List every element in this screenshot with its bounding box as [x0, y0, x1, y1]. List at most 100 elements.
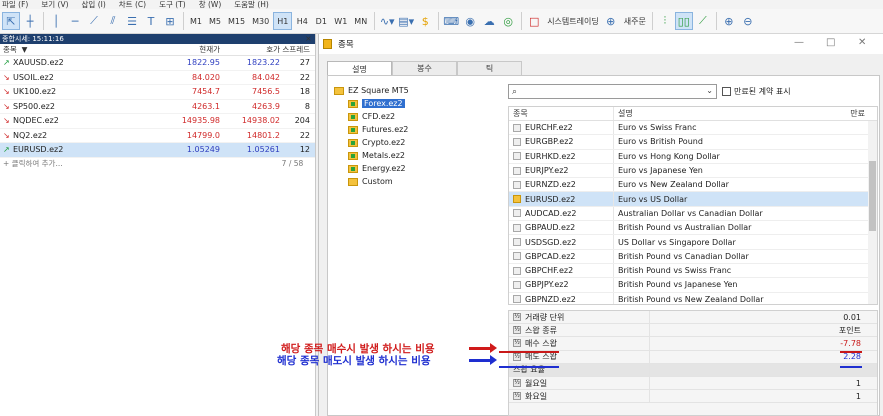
symbol-list-row[interactable]: EURJPY.ez2 Euro vs Japanese Yen [509, 163, 877, 179]
text-icon[interactable]: T [142, 12, 160, 30]
shapes-icon[interactable]: ⊞ [161, 12, 179, 30]
column-ask[interactable]: 호가 [220, 44, 280, 55]
timeframe-h1[interactable]: H1 [273, 12, 293, 30]
symbol-list-row[interactable]: GBPNZD.ez2 British Pound vs New Zealand D… [509, 292, 877, 304]
tab-specification[interactable]: 설명 [327, 61, 392, 76]
timeframe-h4[interactable]: H4 [293, 12, 311, 30]
market-watch-row[interactable]: ↘ NQ2.ez2 14799.0 14801.2 22 [0, 129, 315, 143]
list-symbol-cell: GBPAUD.ez2 [509, 223, 613, 232]
timeframe-m30[interactable]: M30 [249, 12, 272, 30]
candlestick-icon[interactable]: ▯▯ [674, 12, 693, 30]
sell-swap-value-underline [840, 366, 862, 368]
tree-item[interactable]: Forex.ez2 [334, 97, 504, 110]
minimize-icon[interactable]: — [794, 37, 804, 48]
search-input[interactable]: ⌕ ⌄ [508, 84, 717, 99]
symbol-list-row[interactable]: EURNZD.ez2 Euro vs New Zealand Dollar [509, 178, 877, 193]
close-icon[interactable]: × [305, 34, 312, 43]
symbol-list-row[interactable]: EURGBP.ez2 Euro vs British Pound [509, 135, 877, 150]
timeframe-mn[interactable]: MN [351, 12, 370, 30]
search-icon: ⌕ [512, 86, 518, 97]
dollar-icon[interactable]: $ [416, 12, 434, 30]
timeframe-m5[interactable]: M5 [206, 12, 224, 30]
timeframe-m1[interactable]: M1 [187, 12, 205, 30]
algo-trading-button[interactable]: 시스템트레이딩 [544, 12, 602, 30]
timeframe-w1[interactable]: W1 [331, 12, 350, 30]
scrollbar[interactable] [868, 121, 877, 304]
list-column-description[interactable]: 설명 [613, 107, 833, 120]
column-bid[interactable]: 현재가 [150, 44, 220, 55]
list-column-symbol[interactable]: 종목 [509, 108, 613, 119]
symbol-list-row[interactable]: GBPJPY.ez2 British Pound vs Japanese Yen [509, 278, 877, 293]
show-expired-checkbox[interactable]: 만료된 계약 표시 [722, 86, 791, 97]
tree-root[interactable]: EZ Square MT5 [334, 84, 504, 97]
symbol-list-row[interactable]: EURHKD.ez2 Euro vs Hong Kong Dollar [509, 149, 877, 164]
bar-chart-icon[interactable]: ⫶ [656, 12, 674, 30]
spread-cell: 8 [304, 101, 310, 111]
crosshair-icon[interactable]: ┼ [21, 12, 39, 30]
close-icon[interactable]: ✕ [858, 37, 866, 48]
bid-cell: 1.05249 [186, 145, 220, 155]
folder-icon [348, 99, 358, 108]
timeframe-m15[interactable]: M15 [225, 12, 248, 30]
tab-ticks[interactable]: 틱 [457, 61, 522, 75]
cloud-icon[interactable]: ☁ [480, 12, 498, 30]
symbol-icon [513, 209, 521, 218]
property-key: 거래량 단위 [525, 312, 565, 322]
tree-item[interactable]: Energy.ez2 [334, 162, 504, 175]
templates-icon[interactable]: ▤▾ [397, 12, 415, 30]
maximize-icon[interactable]: □ [826, 37, 835, 48]
market-watch-row[interactable]: ↘ SP500.ez2 4263.1 4263.9 8 [0, 100, 315, 114]
tree-item[interactable]: Metals.ez2 [334, 149, 504, 162]
list-column-expiration[interactable]: 만료 [833, 108, 877, 119]
tree-item[interactable]: CFD.ez2 [334, 110, 504, 123]
vertical-line-icon[interactable]: │ [47, 12, 65, 30]
tree-item[interactable]: Custom [334, 175, 504, 188]
bid-cell: 4263.1 [192, 101, 220, 111]
column-spread[interactable]: 스프레드 [280, 44, 310, 55]
symbol-list-row[interactable]: GBPCHF.ez2 British Pound vs Swiss Franc [509, 263, 877, 279]
column-symbol[interactable]: 종목 ▼ [0, 44, 150, 55]
market-watch-row[interactable]: ↗ EURUSD.ez2 1.05249 1.05261 12 [0, 143, 315, 158]
horizontal-line-icon[interactable]: ─ [66, 12, 84, 30]
symbol-list-row[interactable]: EURCHF.ez2 Euro vs Swiss Franc [509, 121, 877, 136]
symbol-list-row[interactable]: EURUSD.ez2 Euro vs US Dollar [509, 192, 877, 207]
list-description-cell: British Pound vs Canadian Dollar [613, 249, 833, 263]
ide-icon[interactable]: ⌨ [442, 12, 460, 30]
symbol-list-row[interactable]: GBPCAD.ez2 British Pound vs Canadian Doll… [509, 249, 877, 264]
timeframe-d1[interactable]: D1 [312, 12, 330, 30]
trend-line-icon[interactable]: ⟋ [85, 12, 103, 30]
tab-bars[interactable]: 봉수 [392, 61, 457, 75]
chevron-down-icon[interactable]: ⌄ [706, 86, 713, 95]
channel-icon[interactable]: ⫽ [104, 12, 122, 30]
property-row: ½ 월요일 1 [509, 376, 877, 391]
zoom-in-icon[interactable]: ⊕ [720, 12, 738, 30]
scrollbar-thumb[interactable] [869, 161, 876, 231]
symbol-list-row[interactable]: GBPAUD.ez2 British Pound vs Australian Do… [509, 221, 877, 236]
algo-trading-icon[interactable]: □ [525, 12, 543, 30]
market-icon[interactable]: ◎ [499, 12, 517, 30]
symbol-icon [513, 195, 521, 204]
new-order-button[interactable]: 새주문 [621, 12, 649, 30]
market-watch-row[interactable]: ↘ USOIL.ez2 84.020 84.042 22 [0, 71, 315, 85]
property-rows: ½ 거래량 단위 0.01 ½ 스왑 종류 포인트 ½ 매수 스왑 -7.78 ½ 매도 스왑 2.2… [509, 311, 877, 404]
property-row: ½ 매도 스왑 2.28 [509, 350, 877, 364]
tree-item-label: Metals.ez2 [362, 151, 406, 160]
arrow-down-icon: ↘ [3, 87, 10, 97]
symbol-list-row[interactable]: USDSGD.ez2 US Dollar vs Singapore Dollar [509, 235, 877, 250]
zoom-out-icon[interactable]: ⊖ [739, 12, 757, 30]
signals-icon[interactable]: ◉ [461, 12, 479, 30]
market-watch-row[interactable]: ↗ XAUUSD.ez2 1822.95 1823.22 27 [0, 56, 315, 71]
tree-item[interactable]: Futures.ez2 [334, 123, 504, 136]
line-chart-icon[interactable]: ⟋ [694, 12, 712, 30]
tree-item[interactable]: Crypto.ez2 [334, 136, 504, 149]
list-description-cell: Euro vs Hong Kong Dollar [613, 149, 833, 163]
add-symbol-row[interactable]: + 클릭하여 추가... 7 / 58 [0, 158, 315, 170]
cursor-icon[interactable]: ⇱ [2, 12, 20, 30]
checkbox-box[interactable] [722, 87, 731, 96]
market-watch-row[interactable]: ↘ UK100.ez2 7454.7 7456.5 18 [0, 85, 315, 100]
indicators-icon[interactable]: ∿▾ [378, 12, 396, 30]
new-order-icon[interactable]: ⊕ [602, 12, 620, 30]
market-watch-row[interactable]: ↘ NQDEC.ez2 14935.98 14938.02 204 [0, 114, 315, 129]
fibonacci-icon[interactable]: ☰ [123, 12, 141, 30]
symbol-list-row[interactable]: AUDCAD.ez2 Australian Dollar vs Canadian … [509, 206, 877, 222]
